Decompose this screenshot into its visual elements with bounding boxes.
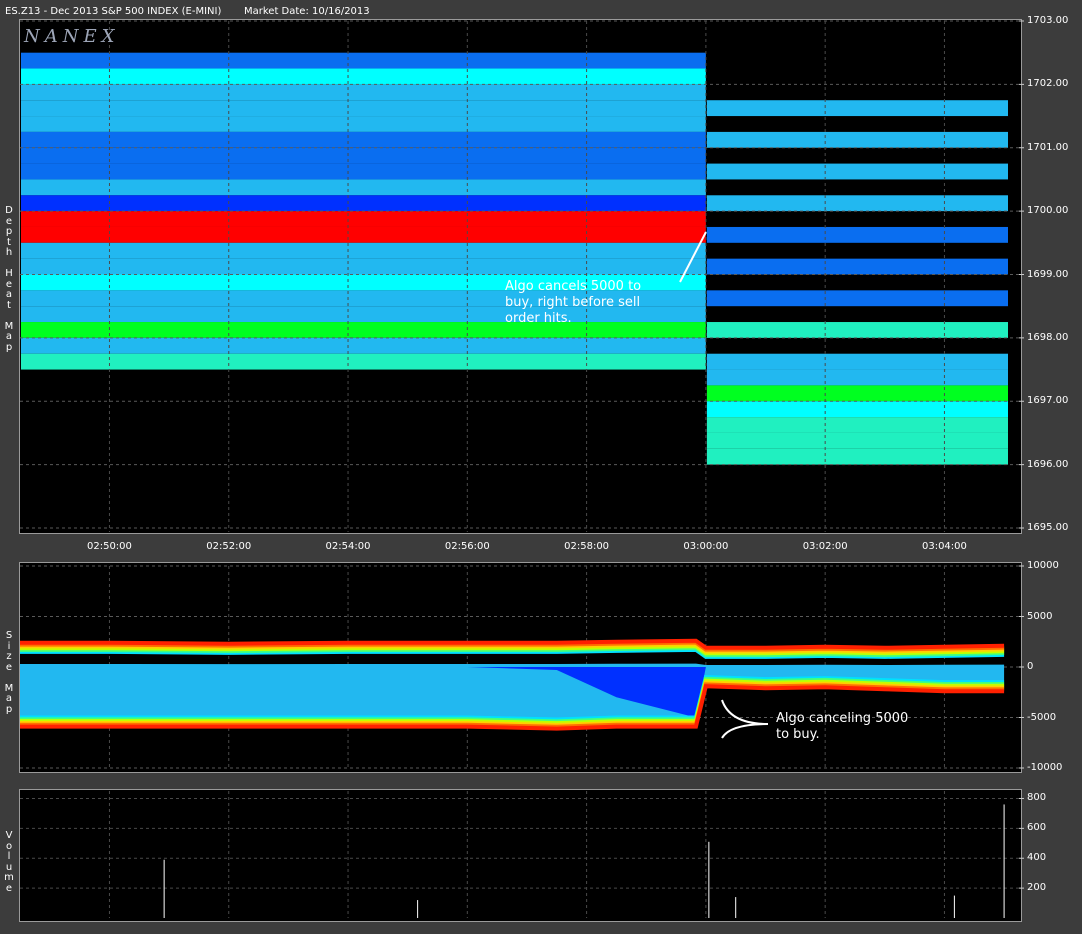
depth-cell-after-1700.00 [706, 195, 1008, 212]
depth-y-tick-label: 1700.00 [1027, 205, 1069, 217]
depth-cell-before-1701.50 [21, 100, 706, 117]
depth-cell-before-1701.00 [21, 131, 706, 148]
depth-y-tick-label: 1702.00 [1027, 78, 1069, 90]
depth-cell-after-1696.25 [706, 432, 1008, 449]
size-y-tick-label: -10000 [1027, 762, 1063, 773]
nanex-logo: NANEX [24, 26, 120, 47]
x-tick-label: 02:58:00 [564, 541, 610, 552]
size-annotation-pointer [721, 699, 769, 739]
depth-cell-after-1697.25 [706, 369, 1008, 386]
size-y-tick-label: -5000 [1027, 711, 1057, 723]
chart-canvas [20, 20, 1024, 918]
depth-cell-before-1701.25 [21, 116, 706, 132]
depth-annotation: Algo cancels 5000 to buy, right before s… [505, 279, 642, 326]
depth-cell-before-1701.75 [21, 84, 706, 101]
depth-cell-after-1696.50 [706, 417, 1008, 433]
depth-cell-before-1700.50 [21, 163, 706, 180]
depth-y-tick-label: 1697.00 [1027, 395, 1069, 407]
depth-cell-after-1697.50 [706, 353, 1008, 370]
x-tick-label: 02:50:00 [86, 541, 132, 552]
depth-y-tick-label: 1701.00 [1027, 141, 1069, 153]
depth-cell-before-1700.00 [21, 195, 706, 212]
size-y-tick-label: 10000 [1027, 560, 1059, 571]
depth-cell-before-1699.00 [21, 258, 706, 275]
depth-cell-after-1701.50 [706, 100, 1008, 117]
depth-cell-before-1697.75 [21, 337, 706, 354]
depth-cell-before-1699.25 [21, 242, 706, 259]
volume-y-tick-label: 600 [1027, 822, 1047, 834]
depth-cell-after-1698.00 [706, 322, 1008, 338]
depth-cell-before-1700.25 [21, 179, 706, 196]
volume-y-tick-label: 200 [1027, 882, 1047, 894]
size-y-tick-label: 5000 [1027, 610, 1053, 622]
depth-cell-after-1699.50 [706, 226, 1008, 243]
x-tick-label: 03:02:00 [802, 541, 848, 552]
depth-y-tick-label: 1699.00 [1027, 268, 1069, 280]
depth-cell-before-1699.50 [21, 226, 706, 243]
x-tick-label: 02:54:00 [325, 541, 371, 552]
depth-cell-before-1699.75 [21, 211, 706, 227]
size-annotation: Algo canceling 5000 to buy. [776, 711, 909, 742]
depth-cell-after-1701.00 [706, 131, 1008, 148]
depth-cell-after-1699.00 [706, 258, 1008, 275]
depth-cell-after-1696.00 [706, 448, 1008, 465]
depth-cell-before-1697.50 [21, 353, 706, 370]
depth-cell-after-1696.75 [706, 401, 1008, 418]
x-tick-label: 03:00:00 [683, 541, 729, 552]
depth-y-tick-label: 1703.00 [1027, 15, 1069, 26]
x-tick-label: 03:04:00 [921, 541, 967, 552]
x-tick-label: 02:56:00 [444, 541, 490, 552]
depth-y-tick-label: 1698.00 [1027, 331, 1069, 343]
depth-y-tick-label: 1695.00 [1027, 522, 1069, 533]
volume-y-tick-label: 800 [1027, 792, 1047, 804]
depth-cell-after-1700.50 [706, 163, 1008, 180]
size-y-tick-label: 0 [1027, 661, 1034, 672]
depth-cell-before-1700.75 [21, 147, 706, 164]
depth-y-tick-label: 1696.00 [1027, 458, 1069, 470]
depth-cell-after-1697.00 [706, 385, 1008, 402]
depth-cell-before-1702.00 [21, 68, 706, 85]
x-tick-label: 02:52:00 [206, 541, 252, 552]
volume-y-tick-label: 400 [1027, 852, 1047, 864]
depth-cell-before-1702.25 [21, 52, 706, 69]
depth-cell-after-1698.50 [706, 290, 1008, 307]
